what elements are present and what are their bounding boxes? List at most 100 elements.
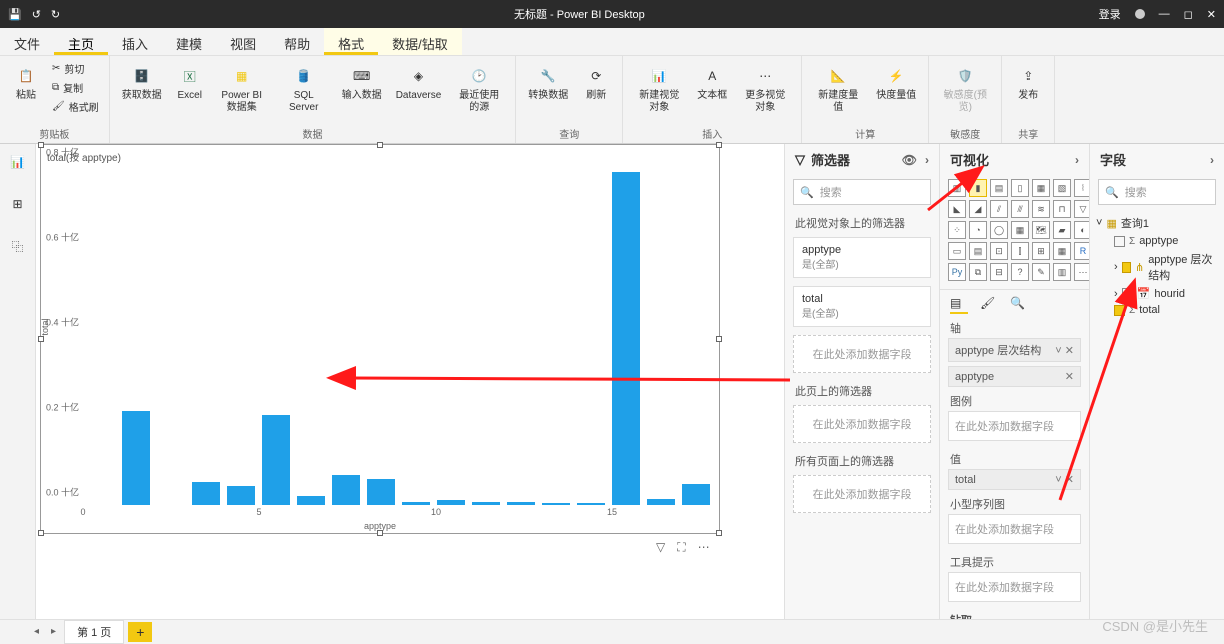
transform-data-button[interactable]: 🔧转换数据 bbox=[522, 60, 574, 104]
viz-slicer-icon[interactable]: ⫿ bbox=[1011, 242, 1029, 260]
viz-line-column-icon[interactable]: ⫽ bbox=[990, 200, 1008, 218]
fields-search-input[interactable]: 🔍 搜索 bbox=[1098, 179, 1216, 205]
text-box-button[interactable]: A文本框 bbox=[691, 60, 733, 104]
smallmult-drop[interactable]: 在此处添加数据字段 bbox=[948, 514, 1081, 544]
viz-multirow-icon[interactable]: ▤ bbox=[969, 242, 987, 260]
pbi-dataset-button[interactable]: ▦Power BI 数据集 bbox=[212, 60, 272, 116]
tab-view[interactable]: 视图 bbox=[216, 28, 270, 55]
viz-matrix-icon[interactable]: ▦ bbox=[1053, 242, 1071, 260]
prev-page-icon[interactable]: ◂ bbox=[30, 626, 43, 637]
cut-button[interactable]: ✂ 剪切 bbox=[48, 60, 103, 77]
axis-pill-hierarchy[interactable]: apptype 层次结构˅ ✕ bbox=[948, 338, 1081, 362]
viz-clustered-column-icon[interactable]: ▯ bbox=[1011, 179, 1029, 197]
tab-data-drill[interactable]: 数据/钻取 bbox=[378, 28, 462, 55]
copy-button[interactable]: ⧉ 复制 bbox=[48, 79, 103, 96]
viz-map-icon[interactable]: 🗺 bbox=[1032, 221, 1050, 239]
viz-scatter-icon[interactable]: ⁘ bbox=[948, 221, 966, 239]
viz-ribbon-icon[interactable]: ≋ bbox=[1032, 200, 1050, 218]
get-data-button[interactable]: 🗄️获取数据 bbox=[116, 60, 168, 104]
minimize-icon[interactable]: — bbox=[1159, 8, 1170, 20]
viz-stacked-bar-icon[interactable]: ▥ bbox=[948, 179, 966, 197]
viz-100-column-icon[interactable]: ▧ bbox=[1053, 179, 1071, 197]
viz-kpi-icon[interactable]: ⊡ bbox=[990, 242, 1008, 260]
viz-gauge-icon[interactable]: ◐ bbox=[1074, 221, 1089, 239]
filter-drop-visual[interactable]: 在此处添加数据字段 bbox=[793, 335, 931, 373]
filter-card-apptype[interactable]: apptype是(全部) bbox=[793, 237, 931, 278]
viz-filled-map-icon[interactable]: ▰ bbox=[1053, 221, 1071, 239]
eye-icon[interactable]: 👁 bbox=[902, 153, 917, 167]
viz-treemap-icon[interactable]: ▦ bbox=[1011, 221, 1029, 239]
viz-area-icon[interactable]: ◣ bbox=[948, 200, 966, 218]
legend-drop[interactable]: 在此处添加数据字段 bbox=[948, 411, 1081, 441]
fields-tab-icon[interactable]: ▤ bbox=[950, 296, 968, 314]
viz-line-icon[interactable]: ⦚ bbox=[1074, 179, 1089, 197]
viz-qa-icon[interactable]: ? bbox=[1011, 263, 1029, 281]
avatar-icon[interactable] bbox=[1135, 9, 1145, 19]
tab-insert[interactable]: 插入 bbox=[108, 28, 162, 55]
viz-r-icon[interactable]: R bbox=[1074, 242, 1089, 260]
enter-data-button[interactable]: ⌨输入数据 bbox=[336, 60, 388, 104]
viz-decomp-icon[interactable]: ⊟ bbox=[990, 263, 1008, 281]
field-apptype-hierarchy[interactable]: › ⋔ apptype 层次结构 bbox=[1096, 249, 1218, 285]
new-visual-button[interactable]: 📊新建视觉对象 bbox=[629, 60, 689, 116]
tab-file[interactable]: 文件 bbox=[0, 28, 54, 55]
chart-visual[interactable]: total(按 apptype) 0.0 十亿 0.2 十亿 0.4 十亿 0.… bbox=[40, 144, 720, 534]
axis-pill-apptype[interactable]: apptype✕ bbox=[948, 366, 1081, 387]
excel-button[interactable]: 🅇Excel bbox=[170, 60, 210, 104]
dataverse-button[interactable]: ◈Dataverse bbox=[390, 60, 448, 104]
field-total[interactable]: Σ total bbox=[1096, 302, 1218, 318]
redo-icon[interactable]: ↻ bbox=[51, 8, 60, 21]
collapse-icon[interactable]: › bbox=[925, 153, 929, 167]
next-page-icon[interactable]: ▸ bbox=[47, 626, 60, 637]
login-link[interactable]: 登录 bbox=[1099, 6, 1121, 22]
tab-model[interactable]: 建模 bbox=[162, 28, 216, 55]
tooltip-drop[interactable]: 在此处添加数据字段 bbox=[948, 572, 1081, 602]
table-node[interactable]: ˅ ▦ 查询1 bbox=[1096, 213, 1218, 233]
format-tab-icon[interactable]: 🖌 bbox=[980, 296, 998, 314]
add-page-button[interactable]: + bbox=[128, 622, 152, 642]
save-icon[interactable]: 💾 bbox=[8, 8, 22, 21]
viz-clustered-bar-icon[interactable]: ▤ bbox=[990, 179, 1008, 197]
field-apptype[interactable]: Σ apptype bbox=[1096, 233, 1218, 249]
viz-funnel-icon[interactable]: ▽ bbox=[1074, 200, 1089, 218]
quick-measure-button[interactable]: ⚡快度量值 bbox=[870, 60, 922, 104]
filter-search-input[interactable]: 🔍 搜索 bbox=[793, 179, 931, 205]
maximize-icon[interactable]: ◻ bbox=[1184, 8, 1193, 21]
viz-card-icon[interactable]: ▭ bbox=[948, 242, 966, 260]
publish-button[interactable]: ⇪发布 bbox=[1008, 60, 1048, 104]
viz-stacked-area-icon[interactable]: ◢ bbox=[969, 200, 987, 218]
tab-format[interactable]: 格式 bbox=[324, 28, 378, 55]
format-painter-button[interactable]: 🖌 格式刷 bbox=[48, 98, 103, 115]
report-view-icon[interactable]: 📊 bbox=[6, 150, 30, 174]
viz-line-clustered-icon[interactable]: ⫻ bbox=[1011, 200, 1029, 218]
refresh-button[interactable]: ⟳刷新 bbox=[576, 60, 616, 104]
viz-more-icon[interactable]: ⋯ bbox=[1074, 263, 1089, 281]
data-view-icon[interactable]: ⊞ bbox=[6, 192, 30, 216]
viz-key-influencers-icon[interactable]: ⧉ bbox=[969, 263, 987, 281]
viz-py-icon[interactable]: Py bbox=[948, 263, 966, 281]
viz-donut-icon[interactable]: ◯ bbox=[990, 221, 1008, 239]
values-pill-total[interactable]: total˅ ✕ bbox=[948, 469, 1081, 490]
tab-home[interactable]: 主页 bbox=[54, 28, 108, 55]
more-visuals-button[interactable]: ⋯更多视觉对象 bbox=[735, 60, 795, 116]
viz-100-bar-icon[interactable]: ▦ bbox=[1032, 179, 1050, 197]
paste-button[interactable]: 📋粘贴 bbox=[6, 60, 46, 104]
viz-paginated-icon[interactable]: ▥ bbox=[1053, 263, 1071, 281]
sql-server-button[interactable]: 🛢️SQL Server bbox=[274, 60, 334, 116]
viz-collapse-icon[interactable]: › bbox=[1075, 153, 1079, 167]
fields-collapse-icon[interactable]: › bbox=[1210, 153, 1214, 167]
recent-sources-button[interactable]: 🕑最近使用的源 bbox=[449, 60, 509, 116]
viz-pie-icon[interactable]: ◔ bbox=[969, 221, 987, 239]
viz-smart-narrative-icon[interactable]: ✎ bbox=[1032, 263, 1050, 281]
model-view-icon[interactable]: ⿻ bbox=[6, 234, 30, 258]
analytics-tab-icon[interactable]: 🔍 bbox=[1010, 296, 1028, 314]
tab-help[interactable]: 帮助 bbox=[270, 28, 324, 55]
filter-card-total[interactable]: total是(全部) bbox=[793, 286, 931, 327]
new-measure-button[interactable]: 📐新建度量值 bbox=[808, 60, 868, 116]
filter-drop-page[interactable]: 在此处添加数据字段 bbox=[793, 405, 931, 443]
page-tab-1[interactable]: 第 1 页 bbox=[64, 620, 124, 644]
viz-waterfall-icon[interactable]: ⊓ bbox=[1053, 200, 1071, 218]
viz-stacked-column-icon[interactable]: ▮ bbox=[969, 179, 987, 197]
undo-icon[interactable]: ↺ bbox=[32, 8, 41, 21]
report-canvas[interactable]: total(按 apptype) 0.0 十亿 0.2 十亿 0.4 十亿 0.… bbox=[36, 144, 784, 619]
